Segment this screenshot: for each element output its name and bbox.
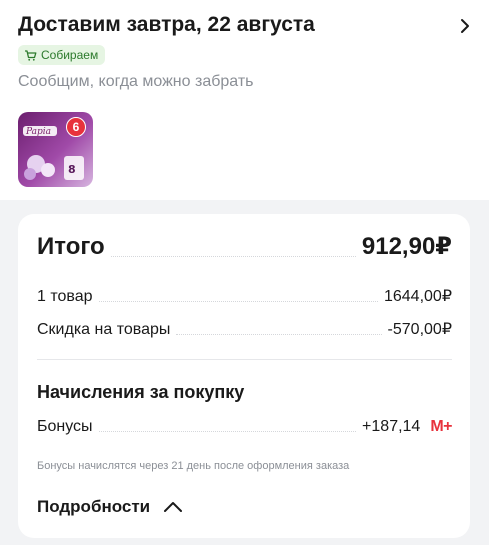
total-value: 912,90₽ xyxy=(361,233,452,260)
delivery-subtitle: Сообщим, когда можно забрать xyxy=(18,73,254,90)
bonus-value: +187,14 xyxy=(362,418,421,435)
dotted-leader xyxy=(110,255,356,257)
order-summary-card: Итого 912,90₽ 1 товар 1644,00₽ Скидка на… xyxy=(18,214,470,538)
status-badge: Собираем xyxy=(18,45,106,65)
items-row: 1 товар 1644,00₽ xyxy=(37,286,452,306)
quantity-badge: 6 xyxy=(66,117,86,137)
dotted-leader xyxy=(176,333,382,335)
total-label: Итого xyxy=(37,233,105,260)
details-toggle[interactable]: Подробности xyxy=(37,497,184,517)
mplus-badge-icon: M+ xyxy=(430,418,452,435)
chevron-right-icon[interactable] xyxy=(458,17,472,35)
discount-label: Скидка на товары xyxy=(37,321,171,338)
total-row: Итого 912,90₽ xyxy=(37,232,452,261)
status-label: Собираем xyxy=(41,48,99,62)
dotted-leader xyxy=(98,430,357,432)
bonus-note: Бонусы начислятся через 21 день после оф… xyxy=(37,460,350,472)
product-brand-logo: Papia xyxy=(25,127,51,137)
cart-icon xyxy=(25,49,37,61)
discount-row: Скидка на товары -570,00₽ xyxy=(37,319,452,339)
bonus-label: Бонусы xyxy=(37,418,93,435)
delivery-section[interactable]: Доставим завтра, 22 августа Собираем Соо… xyxy=(0,0,489,200)
svg-text:8: 8 xyxy=(68,163,76,176)
chevron-up-icon xyxy=(164,502,183,512)
accruals-title: Начисления за покупку xyxy=(37,382,245,402)
details-label: Подробности xyxy=(37,497,151,516)
items-value: 1644,00₽ xyxy=(383,288,452,305)
divider xyxy=(37,359,452,360)
dotted-leader xyxy=(98,300,378,302)
items-label: 1 товар xyxy=(37,288,93,305)
bonus-row: Бонусы +187,14 M+ xyxy=(37,418,452,436)
discount-value: -570,00₽ xyxy=(387,321,452,338)
delivery-title: Доставим завтра, 22 августа xyxy=(18,13,315,36)
